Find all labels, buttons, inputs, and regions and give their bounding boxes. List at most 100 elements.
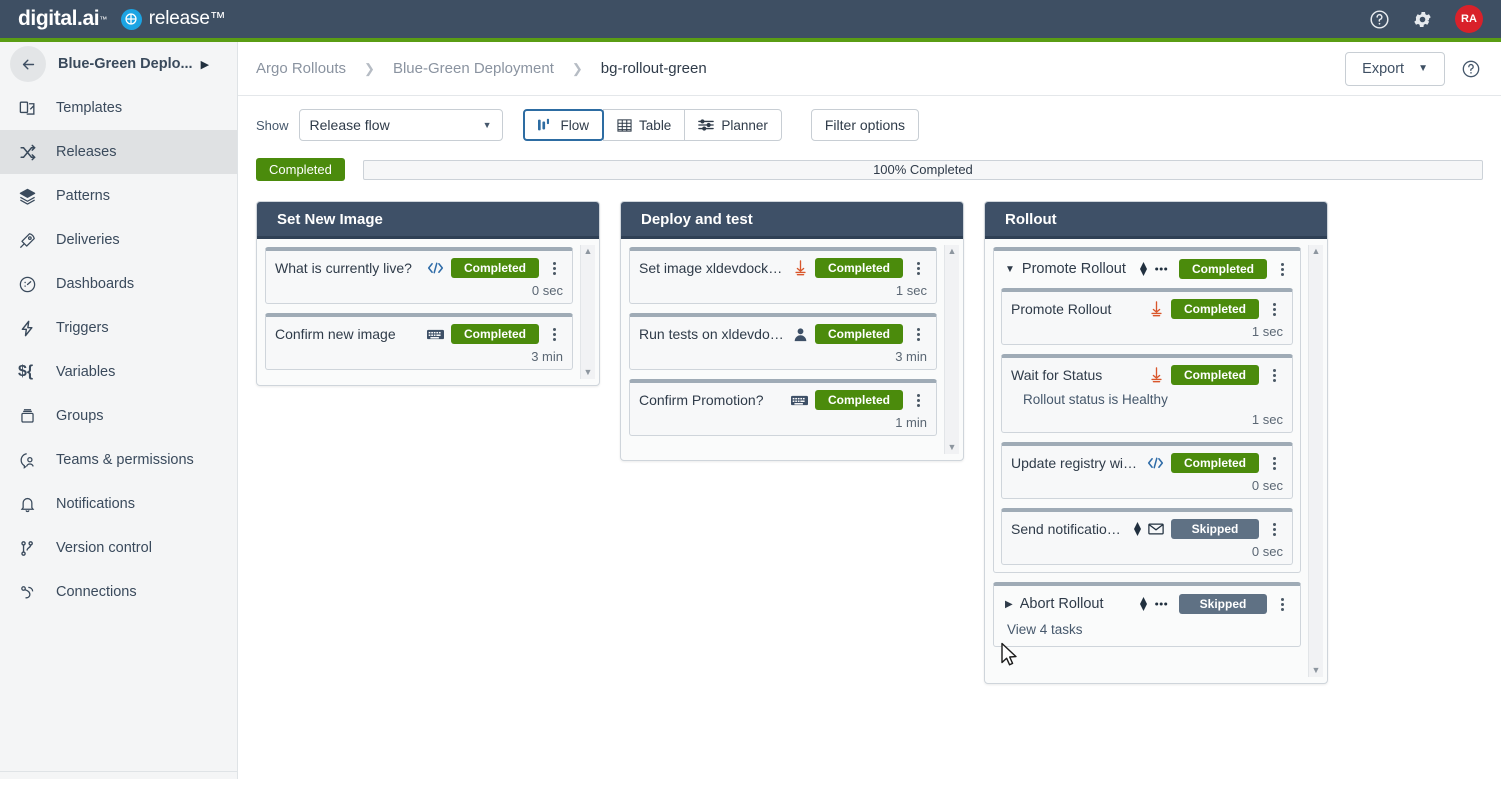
task-card[interactable]: Set image xldevdocker/gue... Completed 1… bbox=[629, 247, 937, 304]
sidebar-item-templates[interactable]: Templates bbox=[0, 86, 237, 130]
phase-column: Set New Image ▲ ▼ What is currently live… bbox=[256, 201, 600, 386]
kebab-menu-icon[interactable] bbox=[1265, 522, 1283, 536]
sidebar-item-version-control[interactable]: Version control bbox=[0, 526, 237, 570]
show-select[interactable]: Release flow ▼ bbox=[298, 109, 503, 141]
sidebar-item-notifications[interactable]: Notifications bbox=[0, 482, 237, 526]
phase-task-list: ▲ ▼ Set image xldevdocker/gue... Complet… bbox=[621, 239, 963, 460]
task-type-icons bbox=[1132, 522, 1164, 536]
task-title: Set image xldevdocker/gue... bbox=[639, 260, 786, 276]
breadcrumb-item-0[interactable]: Argo Rollouts bbox=[256, 60, 346, 77]
release-progress-text: 100% Completed bbox=[873, 162, 973, 177]
kebab-menu-icon[interactable] bbox=[1265, 456, 1283, 470]
sidebar-header[interactable]: Blue-Green Deplo... ▶ bbox=[0, 42, 237, 86]
caret-down-icon: ▼ bbox=[1418, 63, 1428, 74]
phase-scrollbar[interactable]: ▲ ▼ bbox=[1308, 245, 1323, 677]
sidebar-item-patterns[interactable]: Patterns bbox=[0, 174, 237, 218]
task-duration: 1 sec bbox=[1251, 412, 1283, 427]
task-title: Confirm Promotion? bbox=[639, 392, 764, 408]
sidebar-item-releases[interactable]: Releases bbox=[0, 130, 237, 174]
task-card[interactable]: Send notification tha... Skipped bbox=[1001, 508, 1293, 565]
scroll-down-icon[interactable]: ▼ bbox=[1312, 666, 1321, 675]
task-group-card[interactable]: ▶ Abort Rollout Skipped View 4 tasks bbox=[993, 582, 1301, 647]
sidebar-item-dashboards[interactable]: Dashboards bbox=[0, 262, 237, 306]
task-card[interactable]: Promote Rollout Completed 1 sec bbox=[1001, 288, 1293, 345]
kebab-menu-icon[interactable] bbox=[1273, 597, 1291, 611]
sidebar-item-deliveries[interactable]: Deliveries bbox=[0, 218, 237, 262]
breadcrumb-item-1[interactable]: Blue-Green Deployment bbox=[393, 60, 554, 77]
task-group-card[interactable]: ▼ Promote Rollout Completed Promote Roll… bbox=[993, 247, 1301, 573]
scroll-up-icon[interactable]: ▲ bbox=[1312, 247, 1321, 256]
task-card[interactable]: Confirm new image Completed 3 min bbox=[265, 313, 573, 370]
shuffle-icon bbox=[18, 143, 44, 162]
tab-planner[interactable]: Planner bbox=[684, 109, 782, 141]
phase-column: Deploy and test ▲ ▼ Set image xldevdocke… bbox=[620, 201, 964, 461]
sidebar-item-label: Templates bbox=[56, 100, 123, 116]
task-card[interactable]: Wait for Status Completed Rollout status… bbox=[1001, 354, 1293, 433]
sidebar-item-connections[interactable]: Connections bbox=[0, 570, 237, 614]
phase-scrollbar[interactable]: ▲ ▼ bbox=[944, 245, 959, 454]
show-label: Show bbox=[256, 117, 289, 133]
scroll-up-icon[interactable]: ▲ bbox=[948, 247, 957, 256]
bell-icon bbox=[18, 495, 44, 514]
status-badge: Completed bbox=[815, 324, 903, 344]
sidebar-footer bbox=[0, 771, 237, 779]
sidebar-item-variables[interactable]: ${ Variables bbox=[0, 350, 237, 394]
task-duration: 3 min bbox=[531, 349, 563, 364]
task-type-icons bbox=[1149, 367, 1164, 383]
avatar[interactable]: RA bbox=[1455, 5, 1483, 33]
kebab-menu-icon[interactable] bbox=[1265, 368, 1283, 382]
filter-options-button[interactable]: Filter options bbox=[810, 109, 920, 141]
arrow-left-icon[interactable] bbox=[10, 46, 46, 82]
caret-right-icon[interactable]: ▶ bbox=[1005, 599, 1013, 610]
view-tasks-link[interactable]: View 4 tasks bbox=[1001, 616, 1293, 639]
task-card[interactable]: Confirm Promotion? Completed 1 min bbox=[629, 379, 937, 436]
product-badge: release ™ bbox=[120, 8, 226, 30]
status-badge: Completed bbox=[815, 390, 903, 410]
kebab-menu-icon[interactable] bbox=[909, 393, 927, 407]
help-circle-icon[interactable] bbox=[1369, 9, 1390, 30]
kebab-menu-icon[interactable] bbox=[909, 327, 927, 341]
sidebar-item-label: Patterns bbox=[56, 188, 110, 204]
kebab-menu-icon[interactable] bbox=[1265, 302, 1283, 316]
status-badge: Completed bbox=[1171, 365, 1259, 385]
sidebar-item-label: Dashboards bbox=[56, 276, 135, 292]
sidebar-item-groups[interactable]: Groups bbox=[0, 394, 237, 438]
task-type-icons bbox=[1149, 301, 1164, 317]
sidebar-item-teams-permissions[interactable]: Teams & permissions bbox=[0, 438, 237, 482]
status-badge: Completed bbox=[256, 158, 345, 181]
task-type-icons bbox=[427, 328, 444, 341]
release-progress-bar: 100% Completed bbox=[362, 159, 1483, 180]
kebab-menu-icon[interactable] bbox=[1273, 262, 1291, 276]
task-card[interactable]: Update registry with liv... Completed 0 … bbox=[1001, 442, 1293, 499]
kebab-menu-icon[interactable] bbox=[545, 327, 563, 341]
tab-flow[interactable]: Flow bbox=[522, 109, 605, 141]
phase-scrollbar[interactable]: ▲ ▼ bbox=[580, 245, 595, 379]
caret-down-icon[interactable]: ▼ bbox=[1005, 264, 1015, 275]
product-name: release bbox=[148, 8, 210, 29]
task-header: Wait for Status Completed bbox=[1011, 365, 1283, 385]
export-button[interactable]: Export ▼ bbox=[1345, 51, 1445, 86]
task-duration: 3 min bbox=[895, 349, 927, 364]
task-card[interactable]: Run tests on xldevdocker/g... Completed … bbox=[629, 313, 937, 370]
scroll-down-icon[interactable]: ▼ bbox=[948, 443, 957, 452]
kubernetes-icon bbox=[793, 260, 808, 276]
kebab-menu-icon[interactable] bbox=[909, 261, 927, 275]
scroll-up-icon[interactable]: ▲ bbox=[584, 247, 593, 256]
kebab-menu-icon[interactable] bbox=[545, 261, 563, 275]
sidebar-item-label: Version control bbox=[56, 540, 152, 556]
tab-table[interactable]: Table bbox=[603, 109, 686, 141]
task-group-header[interactable]: ▼ Promote Rollout Completed bbox=[1001, 257, 1293, 281]
scroll-down-icon[interactable]: ▼ bbox=[584, 368, 593, 377]
task-title: What is currently live? bbox=[275, 260, 412, 276]
sidebar-item-triggers[interactable]: Triggers bbox=[0, 306, 237, 350]
caret-right-icon[interactable]: ▶ bbox=[201, 58, 209, 71]
brand-logo[interactable]: digital.ai ™ bbox=[18, 7, 107, 31]
task-card[interactable]: What is currently live? Completed 0 sec bbox=[265, 247, 573, 304]
task-group-header[interactable]: ▶ Abort Rollout Skipped bbox=[1001, 592, 1293, 616]
help-circle-icon[interactable] bbox=[1461, 59, 1481, 79]
diamond-icon bbox=[1138, 262, 1149, 276]
main-content: Argo Rollouts ❯ Blue-Green Deployment ❯ … bbox=[238, 42, 1501, 785]
gear-icon[interactable] bbox=[1412, 9, 1433, 30]
task-group-children: Promote Rollout Completed 1 sec Wait for… bbox=[1001, 288, 1293, 565]
sidebar-item-label: Deliveries bbox=[56, 232, 120, 248]
